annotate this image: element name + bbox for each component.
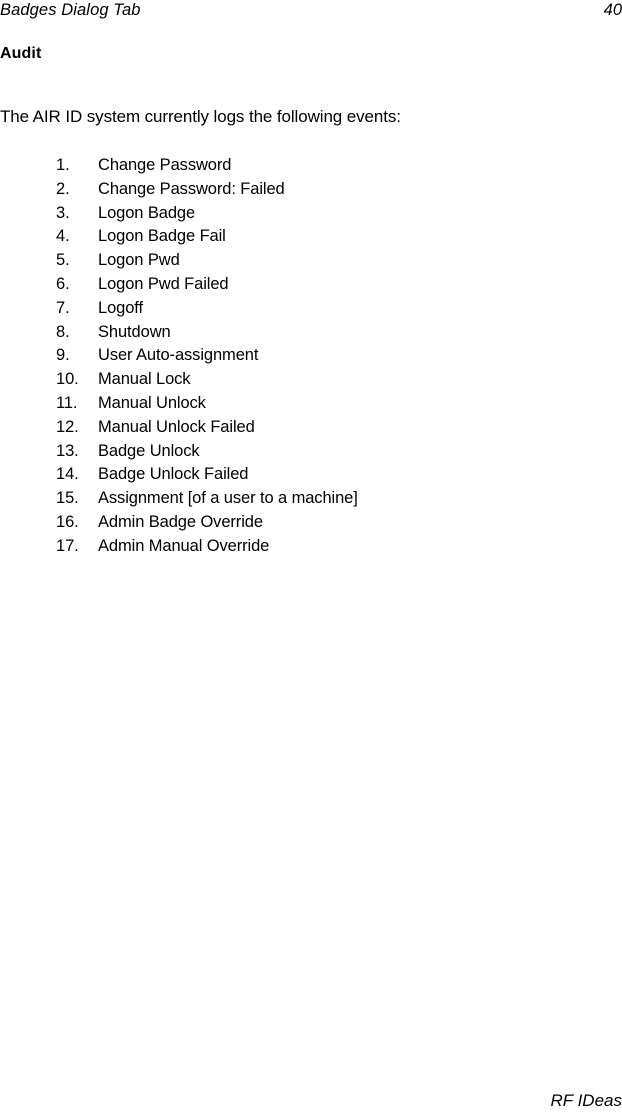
list-item-number: 16. — [56, 512, 79, 531]
list-item-number: 13. — [56, 441, 79, 460]
list-item-label: Change Password — [98, 156, 232, 174]
list-item-number: 3. — [56, 203, 70, 222]
list-item: 15. Assignment [of a user to a machine] — [0, 487, 622, 511]
footer-brand: RF IDeas — [550, 1091, 622, 1110]
list-item-label: Shutdown — [98, 322, 171, 341]
intro-paragraph: The AIR ID system currently logs the fol… — [0, 107, 401, 126]
list-item-number: 14. — [56, 465, 79, 484]
list-item-number: 8. — [56, 322, 70, 341]
header-running-title: Badges Dialog Tab — [0, 1, 141, 19]
list-item-label: Logoff — [98, 298, 143, 317]
list-item-label: Manual Lock — [98, 370, 191, 389]
list-item-label: Admin Manual Override — [98, 536, 270, 555]
list-item-number: 5. — [56, 251, 70, 270]
list-item-number: 10. — [56, 370, 79, 389]
list-item: 14. Badge Unlock Failed — [0, 463, 622, 487]
list-item: 10. Manual Lock — [0, 368, 622, 392]
header-page-number: 40 — [603, 1, 622, 19]
list-item-label: Assignment [of a user to a machine] — [98, 489, 358, 508]
list-item-number: 11. — [56, 393, 78, 412]
running-header: Badges Dialog Tab 40 — [0, 0, 622, 26]
audit-event-list: 1. Change Password 2. Change Password: Fail… — [0, 154, 622, 559]
list-item: 2. Change Password: Failed — [0, 178, 622, 202]
list-item-number: 12. — [56, 417, 79, 436]
list-item: 8. Shutdown — [0, 321, 622, 345]
list-item-number: 7. — [56, 298, 70, 317]
list-item-label: Admin Badge Override — [98, 512, 263, 531]
list-item: 12. Manual Unlock Failed — [0, 416, 622, 440]
section-heading-audit: Audit — [0, 45, 42, 62]
list-item-number: 15. — [56, 489, 79, 508]
document-page: Badges Dialog Tab 40 Audit The AIR ID sy… — [0, 0, 622, 1117]
list-item-number: 2. — [56, 179, 70, 198]
running-footer: RF IDeas — [0, 1090, 622, 1111]
list-item-label: Logon Pwd Failed — [98, 274, 229, 293]
list-item: 7. Logoff — [0, 297, 622, 321]
list-item-number: 17. — [56, 536, 79, 555]
list-item: 9. User Auto-assignment — [0, 344, 622, 368]
list-item: 5. Logon Pwd — [0, 249, 622, 273]
list-item: 3. Logon Badge — [0, 202, 622, 226]
list-item-label: User Auto-assignment — [98, 346, 259, 365]
list-item-label: Badge Unlock Failed — [98, 465, 249, 484]
list-item-number: 9. — [56, 346, 70, 365]
list-item: 16. Admin Badge Override — [0, 511, 622, 535]
list-item-label: Logon Pwd — [98, 251, 180, 270]
list-item: 1. Change Password — [0, 154, 622, 178]
list-item-number: 6. — [56, 274, 70, 293]
list-item-label: Manual Unlock Failed — [98, 417, 255, 436]
list-item: 17. Admin Manual Override — [0, 535, 622, 559]
list-item: 11. Manual Unlock — [0, 392, 622, 416]
list-item-label: Logon Badge — [98, 203, 196, 222]
list-item: 4. Logon Badge Fail — [0, 225, 622, 249]
list-item-label: Change Password: Failed — [98, 179, 285, 198]
list-item-number: 4. — [56, 227, 70, 246]
list-item: 13. Badge Unlock — [0, 440, 622, 464]
list-item-label: Badge Unlock — [98, 441, 200, 460]
list-item-label: Manual Unlock — [98, 393, 206, 412]
list-item-number: 1. — [56, 156, 70, 174]
page-content: Audit The AIR ID system currently logs t… — [0, 44, 622, 559]
list-item-label: Logon Badge Fail — [98, 227, 226, 246]
list-item: 6. Logon Pwd Failed — [0, 273, 622, 297]
